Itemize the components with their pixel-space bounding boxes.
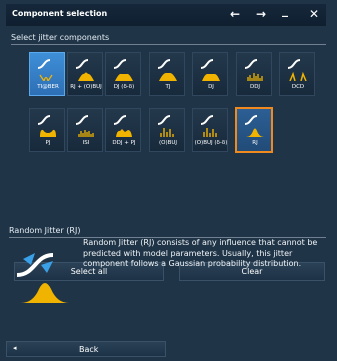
tile-label: DCD xyxy=(291,84,305,90)
jitter-tj-icon xyxy=(157,59,177,81)
jitter-pj-icon xyxy=(37,115,56,137)
tile-tj[interactable]: TJ xyxy=(149,52,185,96)
jitter-isi-icon xyxy=(75,115,94,137)
divider xyxy=(11,44,326,45)
tile-label: RJ xyxy=(252,140,258,146)
back-label: Back xyxy=(79,345,99,354)
tile-dj[interactable]: DJ xyxy=(192,52,228,96)
back-arrow-icon[interactable]: ← xyxy=(230,7,240,21)
tile-ddj-pj[interactable]: DDJ + PJ xyxy=(105,108,141,152)
random-jitter-illustration-icon xyxy=(16,253,69,303)
back-button[interactable]: ◂ Back xyxy=(6,341,166,357)
section-select-jitter-label: Select jitter components xyxy=(11,33,110,42)
jitter-ti-ber-icon xyxy=(37,59,53,81)
tile-dcd[interactable]: DCD xyxy=(279,52,315,96)
tile-dj-dd[interactable]: DJ (δ-δ) xyxy=(105,52,141,96)
jitter-rj-obuj-icon xyxy=(75,59,94,81)
jitter-ddj-pj-icon xyxy=(113,115,132,137)
tile-obuj-dd[interactable]: (O)BUJ (δ-δ) xyxy=(192,108,228,152)
tile-obuj[interactable]: (O)BUJ xyxy=(149,108,185,152)
minimize-icon[interactable]: _ xyxy=(282,3,288,17)
back-arrow-icon: ◂ xyxy=(13,344,17,352)
jitter-dcd-icon xyxy=(287,59,307,81)
jitter-rj-icon xyxy=(244,115,264,137)
jitter-ddj-icon xyxy=(244,59,263,81)
tile-rj[interactable]: RJ xyxy=(235,107,273,153)
jitter-obuj-dd-icon xyxy=(200,115,217,137)
close-icon[interactable]: ✕ xyxy=(309,7,319,21)
forward-arrow-icon[interactable]: → xyxy=(256,7,266,21)
rj-description: Random Jitter (RJ) consists of any influ… xyxy=(83,238,318,268)
jitter-dj-icon xyxy=(200,59,220,81)
jitter-obuj-icon xyxy=(157,115,174,137)
tile-ddj[interactable]: DDJ xyxy=(236,52,272,96)
dialog-title: Component selection xyxy=(12,9,108,18)
section-rj-label: Random Jitter (RJ) xyxy=(9,226,81,235)
jitter-dj-dd-icon xyxy=(113,59,133,81)
title-bar: Component selection ← → _ ✕ xyxy=(6,3,326,26)
